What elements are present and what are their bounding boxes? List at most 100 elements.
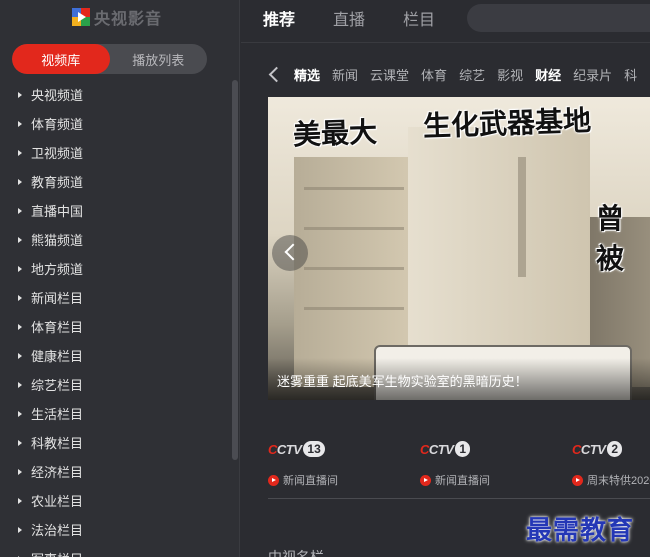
sidebar-nav-list: 央视频道 体育频道 卫视频道 教育频道 直播中国 熊猫频道 地方频道 新闻栏目 … [0, 80, 232, 557]
top-nav: 推荐 直播 栏目 [241, 0, 650, 42]
sidebar-item-education-channels[interactable]: 教育频道 [0, 167, 232, 196]
caret-right-icon [18, 265, 22, 272]
app-logo[interactable]: 央视影音 [72, 6, 162, 28]
sidebar-item-sports-channels[interactable]: 体育频道 [0, 109, 232, 138]
tab-live[interactable]: 直播 [333, 6, 365, 30]
logo-text: 央视影音 [94, 11, 163, 28]
sidebar-item-label: 法治栏目 [31, 523, 84, 538]
sidebar-item-satellite-channels[interactable]: 卫视频道 [0, 138, 232, 167]
segment-playlist[interactable]: 播放列表 [110, 44, 208, 74]
banner-prev-button[interactable] [272, 235, 308, 271]
tab-recommended[interactable]: 推荐 [263, 6, 295, 30]
segment-video-library[interactable]: 视频库 [12, 44, 110, 74]
caret-right-icon [18, 323, 22, 330]
sidebar-item-label: 地方频道 [31, 262, 84, 277]
caret-right-icon [18, 91, 22, 98]
category-news[interactable]: 新闻 [332, 65, 358, 84]
caret-right-icon [18, 149, 22, 156]
caret-right-icon [18, 497, 22, 504]
sidebar-item-news-columns[interactable]: 新闻栏目 [0, 283, 232, 312]
category-science[interactable]: 科 [624, 65, 637, 84]
sidebar-item-local-channels[interactable]: 地方频道 [0, 254, 232, 283]
caret-right-icon [18, 294, 22, 301]
banner-image-detail [518, 157, 526, 277]
channel-program-title: 新闻直播间 [283, 475, 338, 487]
top-divider [241, 42, 650, 43]
tab-columns[interactable]: 栏目 [403, 6, 435, 30]
channel-card-cctv1[interactable]: CCTV 1 新闻直播间 [420, 440, 560, 488]
banner-overlay-text: 曾被 [596, 202, 625, 275]
channel-program: 新闻直播间 [420, 472, 560, 488]
channel-program: 周末特供2020- [572, 472, 650, 488]
sidebar-item-law-columns[interactable]: 法治栏目 [0, 515, 232, 544]
sidebar-item-economy-columns[interactable]: 经济栏目 [0, 457, 232, 486]
section-divider [268, 498, 650, 499]
sidebar-item-life-columns[interactable]: 生活栏目 [0, 399, 232, 428]
sidebar-item-science-columns[interactable]: 科教栏目 [0, 428, 232, 457]
chevron-left-icon[interactable] [268, 65, 280, 83]
channel-number: 2 [607, 441, 623, 457]
sidebar-item-label: 军事栏目 [31, 549, 83, 557]
caret-right-icon [18, 178, 22, 185]
channel-logo: CCTV 1 [420, 440, 560, 458]
section-title: 中视名栏 [268, 549, 324, 557]
sidebar-item-health-columns[interactable]: 健康栏目 [0, 341, 232, 370]
banner-overlay-text: 生化武器基地 [422, 104, 592, 143]
watermark: 最需教育 [526, 516, 635, 546]
caret-right-icon [18, 352, 22, 359]
sidebar-item-label: 卫视频道 [31, 146, 84, 161]
hero-banner[interactable]: 美最大 生化武器基地 曾被 迷雾重重 起底美军生物实验室的黑暗历史！ [268, 97, 650, 400]
banner-image-detail [304, 187, 404, 190]
channel-logo: CCTV 13 [268, 440, 408, 458]
category-film-tv[interactable]: 影视 [497, 65, 523, 84]
play-icon [572, 474, 583, 486]
play-icon [420, 474, 431, 486]
banner-image-detail [304, 267, 404, 270]
banner-image-detail [304, 227, 404, 230]
sidebar-item-label: 综艺栏目 [31, 378, 84, 393]
play-icon [268, 474, 279, 486]
channel-number: 1 [455, 441, 471, 457]
banner-overlay-text: 美最大 [292, 115, 378, 152]
category-bar: 精选 新闻 云课堂 体育 综艺 影视 财经 纪录片 科 [268, 64, 649, 84]
sidebar-item-label: 科教栏目 [31, 436, 84, 451]
category-variety[interactable]: 综艺 [459, 65, 485, 84]
caret-right-icon [18, 468, 22, 475]
sidebar-item-military-columns[interactable]: 军事栏目 [0, 544, 232, 557]
category-sports[interactable]: 体育 [421, 65, 447, 84]
caret-right-icon [18, 207, 22, 214]
sidebar-item-live-china[interactable]: 直播中国 [0, 196, 232, 225]
sidebar-item-label: 农业栏目 [31, 494, 84, 509]
cctv-logo-icon: CCTV [420, 441, 454, 457]
search-input[interactable] [467, 4, 650, 32]
sidebar-item-label: 熊猫频道 [31, 233, 84, 248]
category-finance[interactable]: 财经 [535, 65, 561, 84]
channel-card-cctv2[interactable]: CCTV 2 周末特供2020- [572, 440, 650, 488]
sidebar-item-label: 体育栏目 [31, 320, 84, 335]
sidebar-item-cctv-channels[interactable]: 央视频道 [0, 80, 232, 109]
category-documentary[interactable]: 纪录片 [573, 65, 612, 84]
caret-right-icon [18, 526, 22, 533]
caret-right-icon [18, 381, 22, 388]
cctv-logo-icon: CCTV [268, 441, 302, 457]
banner-caption: 迷雾重重 起底美军生物实验室的黑暗历史！ [277, 374, 528, 389]
sidebar-scrollbar[interactable] [232, 80, 238, 460]
caret-right-icon [18, 410, 22, 417]
category-cloud-class[interactable]: 云课堂 [370, 65, 409, 84]
sidebar-item-agriculture-columns[interactable]: 农业栏目 [0, 486, 232, 515]
library-segmented-control: 视频库 播放列表 [12, 44, 207, 74]
sidebar-item-label: 新闻栏目 [31, 291, 84, 306]
sidebar-item-label: 教育频道 [31, 175, 84, 190]
channel-program: 新闻直播间 [268, 472, 408, 488]
category-featured[interactable]: 精选 [294, 65, 320, 84]
sidebar-item-panda-channels[interactable]: 熊猫频道 [0, 225, 232, 254]
channel-program-title: 周末特供2020- [587, 475, 650, 487]
sidebar-item-sports-columns[interactable]: 体育栏目 [0, 312, 232, 341]
sidebar-item-label: 经济栏目 [31, 465, 84, 480]
channel-card-cctv13[interactable]: CCTV 13 新闻直播间 [268, 440, 408, 488]
sidebar-item-label: 健康栏目 [31, 349, 84, 364]
sidebar-item-label: 生活栏目 [31, 407, 84, 422]
logo-icon [72, 8, 90, 26]
sidebar-item-variety-columns[interactable]: 综艺栏目 [0, 370, 232, 399]
caret-right-icon [18, 120, 22, 127]
